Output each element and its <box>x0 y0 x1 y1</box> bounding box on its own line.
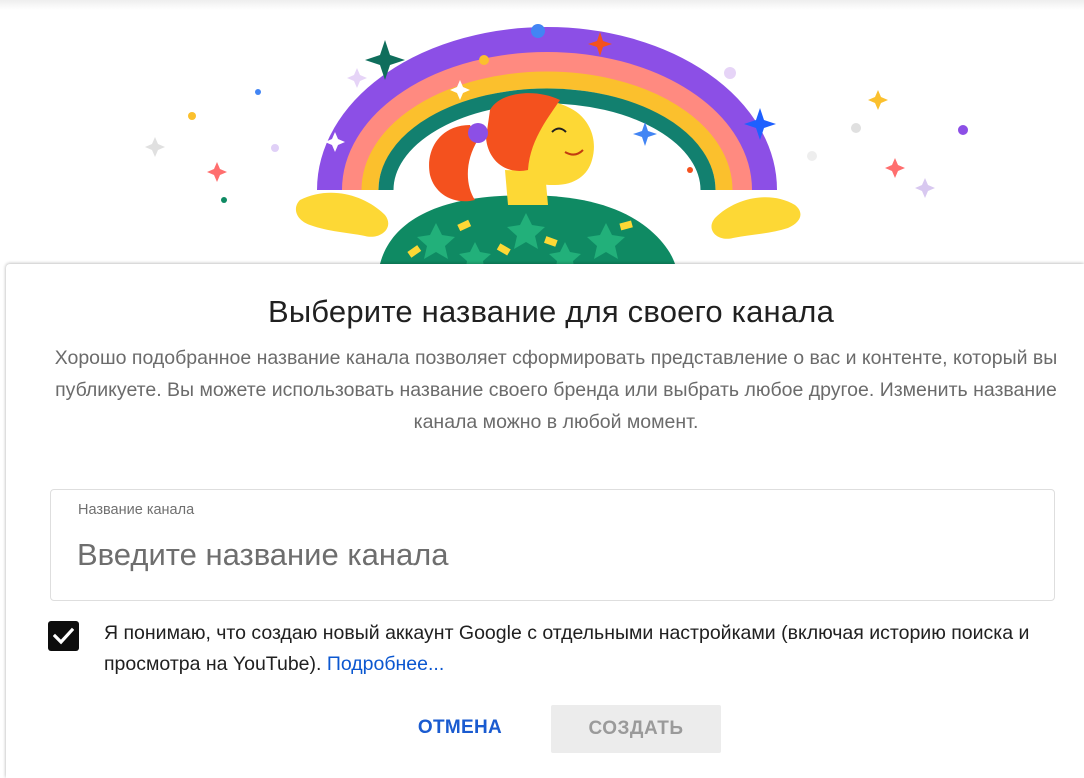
rainbow-person-illustration <box>145 24 968 264</box>
consent-text: Я понимаю, что создаю новый аккаунт Goog… <box>104 622 1030 675</box>
checkmark-icon <box>53 627 74 645</box>
dialog-title: Выберите название для своего канала <box>267 294 835 329</box>
consent-checkbox[interactable] <box>48 621 79 651</box>
learn-more-link[interactable]: Подробнее... <box>327 653 444 675</box>
channel-name-field[interactable]: Название канала <box>50 489 1055 601</box>
top-strip <box>0 0 1084 10</box>
dialog-description: Хорошо подобранное название канала позво… <box>54 347 1058 433</box>
channel-name-label: Название канала <box>78 502 195 518</box>
create-button[interactable]: СОЗДАТЬ <box>551 705 721 753</box>
create-channel-dialog: Выберите название для своего канала Хоро… <box>6 264 1084 778</box>
cancel-button[interactable]: ОТМЕНА <box>390 704 530 752</box>
create-channel-page: Выберите название для своего канала Хоро… <box>0 0 1084 778</box>
channel-name-input[interactable] <box>77 532 1027 578</box>
consent-text-block: Я понимаю, что создаю новый аккаунт Goog… <box>104 618 1064 680</box>
